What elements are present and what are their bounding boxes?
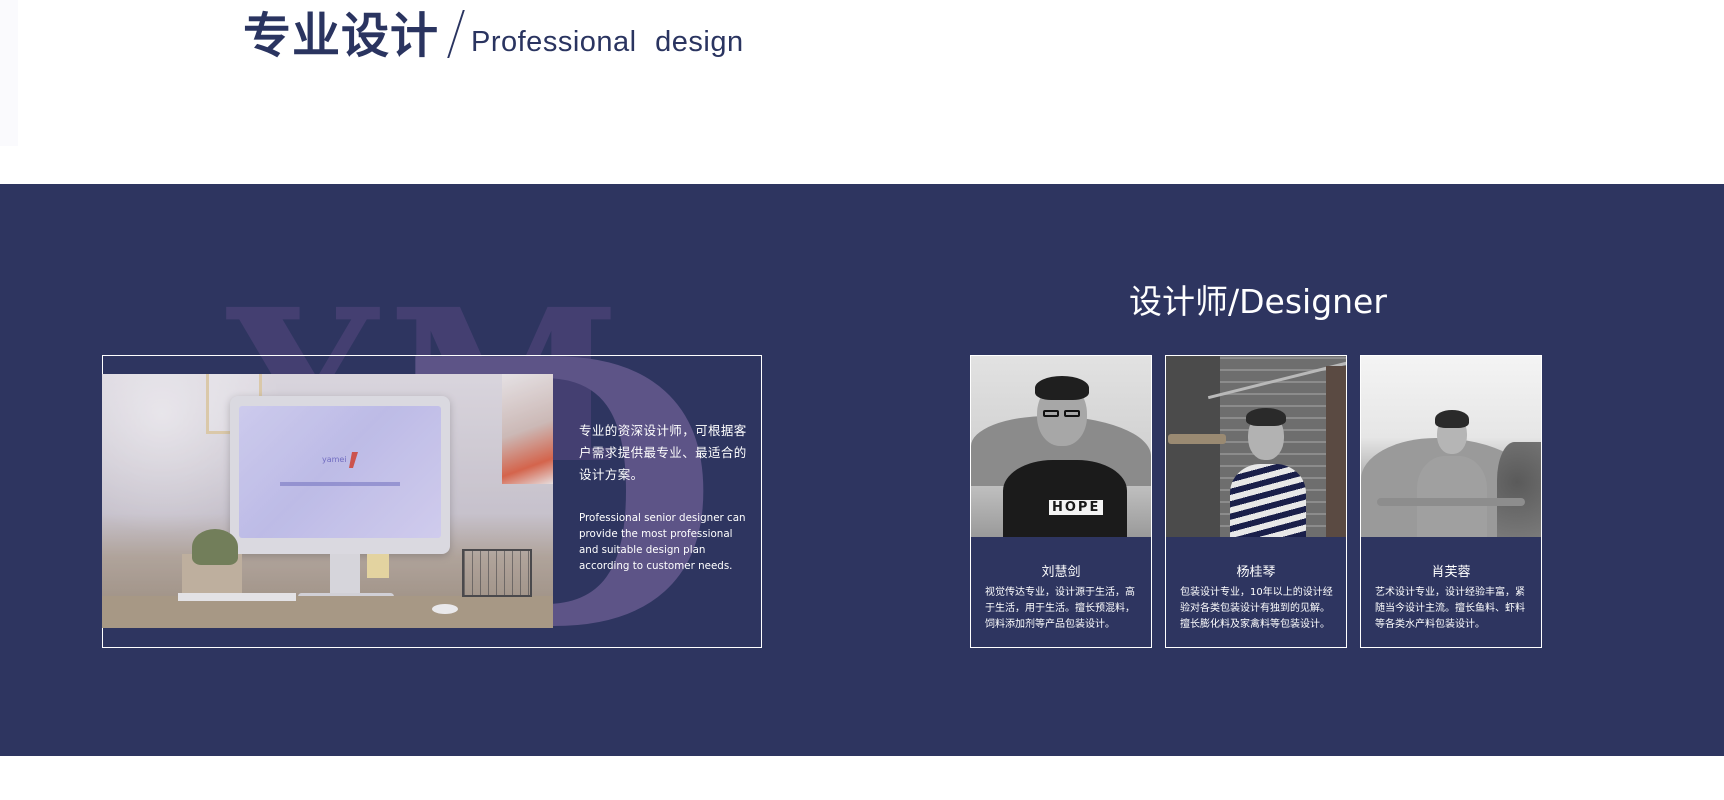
title-divider-slash <box>447 10 465 58</box>
door-post <box>1166 356 1220 537</box>
portrait-torso <box>1003 460 1127 537</box>
designer-card: HOPE 刘慧剑 视觉传达专业，设计源于生活，高于生活，用于生活。擅长预混料，饲… <box>970 355 1152 648</box>
wooden-door <box>1326 366 1346 537</box>
portrait-torso <box>1417 456 1487 537</box>
designer-name: 杨桂琴 <box>1236 565 1276 580</box>
designer-portrait <box>1361 356 1541 537</box>
designer-description: 视觉传达专业，设计源于生活，高于生活，用于生活。擅长预混料，饲料添加剂等产品包装… <box>985 587 1135 630</box>
tree-foliage <box>1497 442 1541 537</box>
designer-name: 刘慧剑 <box>1041 565 1081 580</box>
designers-heading: 设计师/Designer <box>1129 282 1387 321</box>
portrait-hair <box>1435 410 1469 428</box>
designer-description: 艺术设计专业，设计经验丰富，紧随当今设计主流。擅长鱼料、虾料等各类水产料包装设计… <box>1375 587 1525 630</box>
designer-portrait: HOPE <box>971 356 1151 537</box>
striped-shirt <box>1230 464 1306 537</box>
office-desk-photo: yamei <box>102 374 553 628</box>
glasses-left-lens <box>1043 410 1059 417</box>
portrait-arms <box>1377 498 1525 506</box>
designer-description: 包装设计专业，10年以上的设计经验对各类包装设计有独到的见解。擅长膨化料及家禽料… <box>1180 587 1333 630</box>
page-header: 专业设计 Professional design <box>0 0 1724 184</box>
intro-text-block: 专业的资深设计师，可根据客户需求提供最专业、最适合的设计方案。 Professi… <box>579 420 754 574</box>
design-band: Y M D yamei 专业的资深设计师，可根据客户需求提供最专业、最适合的设计… <box>0 184 1724 756</box>
intro-text-cn: 专业的资深设计师，可根据客户需求提供最专业、最适合的设计方案。 <box>579 423 747 482</box>
glasses-right-lens <box>1064 410 1080 417</box>
shirt-text: HOPE <box>1049 500 1104 515</box>
designer-card: 杨桂琴 包装设计专业，10年以上的设计经验对各类包装设计有独到的见解。擅长膨化料… <box>1165 355 1347 648</box>
portrait-hair <box>1035 376 1089 400</box>
wooden-sign <box>1168 434 1226 444</box>
section-title-cn: 专业设计 <box>243 8 440 64</box>
header-edge-shade <box>0 0 18 146</box>
photo-haze <box>102 374 553 628</box>
portrait-hair <box>1246 408 1286 426</box>
section-title-en: Professional design <box>471 26 744 58</box>
designer-card: 肖芙蓉 艺术设计专业，设计经验丰富，紧随当今设计主流。擅长鱼料、虾料等各类水产料… <box>1360 355 1542 648</box>
intro-text-en: Professional senior designer can provide… <box>579 512 746 572</box>
designer-portrait <box>1166 356 1346 537</box>
designer-name: 肖芙蓉 <box>1431 565 1471 580</box>
